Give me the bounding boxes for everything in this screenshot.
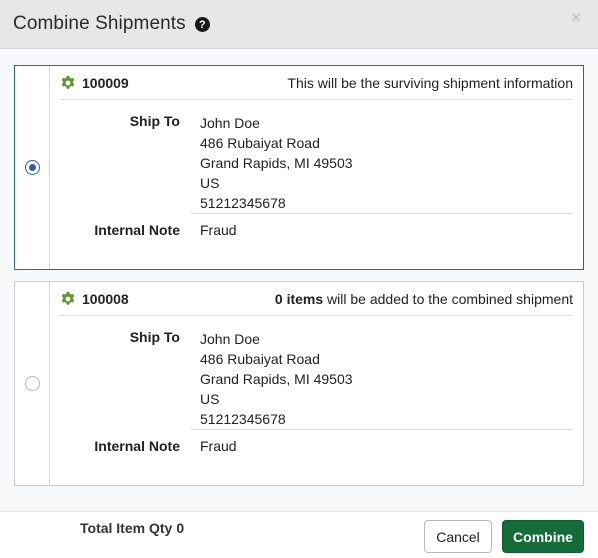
shipment-id-group: 100008 <box>60 291 129 307</box>
combine-shipments-dialog: Combine Shipments ? × 100009 This will b… <box>0 0 598 558</box>
gear-icon <box>61 75 75 89</box>
dialog-header: Combine Shipments ? × <box>0 0 598 49</box>
ship-to-address: John Doe 486 Rubaiyat Road Grand Rapids,… <box>200 329 353 429</box>
ship-to-row: Ship To John Doe 486 Rubaiyat Road Grand… <box>130 100 573 214</box>
address-phone: 51212345678 <box>200 411 286 427</box>
shipment-message: 0 items will be added to the combined sh… <box>275 291 573 307</box>
address-country: US <box>200 175 220 191</box>
shipment-id: 100008 <box>82 290 129 307</box>
shipment-details: 100008 0 items will be added to the comb… <box>50 282 583 485</box>
radio-column <box>15 66 50 269</box>
address-street: 486 Rubaiyat Road <box>200 135 320 151</box>
ship-to-row: Ship To John Doe 486 Rubaiyat Road Grand… <box>130 316 573 430</box>
dialog-footer: Total Item Qty 0 Cancel Combine <box>0 511 598 558</box>
internal-note-label: Internal Note <box>94 438 180 454</box>
shipment-message-suffix: will be added to the combined shipment <box>323 290 573 307</box>
cancel-button[interactable]: Cancel <box>424 520 492 553</box>
shipment-header: 100008 0 items will be added to the comb… <box>60 282 573 316</box>
shipment-id-group: 100009 <box>60 75 129 91</box>
shipment-radio-100009[interactable] <box>24 160 40 175</box>
address-phone: 51212345678 <box>200 195 286 211</box>
address-country: US <box>200 391 220 407</box>
ship-to-label: Ship To <box>129 329 180 345</box>
shipment-radio-100008[interactable] <box>24 376 40 391</box>
ship-to-label: Ship To <box>129 113 180 129</box>
dialog-body: 100009 This will be the surviving shipme… <box>0 50 598 511</box>
internal-note-row: Internal Note Fraud <box>60 214 573 240</box>
internal-note-value: Fraud <box>200 222 237 238</box>
close-icon[interactable]: × <box>571 8 581 28</box>
address-name: John Doe <box>200 115 260 131</box>
ship-to-address: John Doe 486 Rubaiyat Road Grand Rapids,… <box>200 113 353 213</box>
address-name: John Doe <box>200 331 260 347</box>
combine-button[interactable]: Combine <box>502 520 584 553</box>
help-icon[interactable]: ? <box>194 17 210 32</box>
internal-note-label: Internal Note <box>94 222 180 238</box>
internal-note-row: Internal Note Fraud <box>60 430 573 456</box>
address-city: Grand Rapids, MI 49503 <box>200 371 353 387</box>
gear-icon <box>61 291 75 305</box>
shipment-card-100009[interactable]: 100009 This will be the surviving shipme… <box>14 65 584 270</box>
total-item-qty: Total Item Qty 0 <box>80 520 184 536</box>
radio-column <box>15 282 50 485</box>
shipment-header: 100009 This will be the surviving shipme… <box>60 66 573 100</box>
shipment-card-100008[interactable]: 100008 0 items will be added to the comb… <box>14 281 584 486</box>
shipment-message: This will be the surviving shipment info… <box>287 74 573 91</box>
address-street: 486 Rubaiyat Road <box>200 351 320 367</box>
shipment-id: 100009 <box>82 74 129 91</box>
dialog-title: Combine Shipments <box>13 13 186 34</box>
shipment-details: 100009 This will be the surviving shipme… <box>50 66 583 269</box>
address-city: Grand Rapids, MI 49503 <box>200 155 353 171</box>
items-count: 0 items <box>274 290 324 307</box>
internal-note-value: Fraud <box>200 438 237 454</box>
total-item-qty-label: Total Item Qty <box>80 520 173 536</box>
total-item-qty-value: 0 <box>176 520 185 536</box>
